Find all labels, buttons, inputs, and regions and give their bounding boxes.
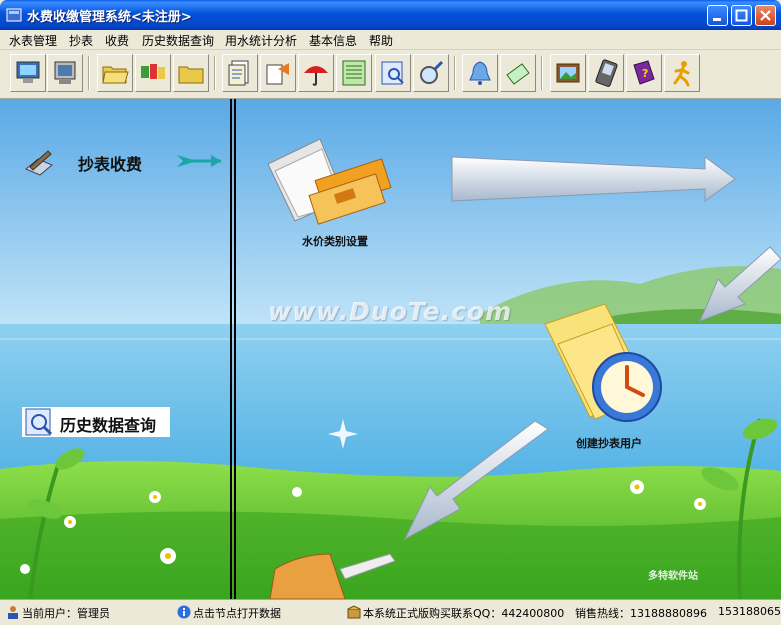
menu-bar: 水表管理 抄表 收费 历史数据查询 用水统计分析 基本信息 帮助	[0, 30, 781, 50]
node-price-category-label[interactable]: 水价类别设置	[302, 233, 368, 249]
help-book-icon: ?	[633, 60, 655, 85]
maximize-button[interactable]	[731, 5, 752, 26]
menu-basic-info[interactable]: 基本信息	[309, 32, 357, 49]
title-bar: 水费收缴管理系统<未注册>	[0, 0, 781, 30]
toolbar-export-button[interactable]	[260, 54, 296, 92]
status-hint: 点击节点打开数据	[193, 607, 281, 620]
monitor-icon	[54, 61, 76, 84]
toolbar-monitor-button[interactable]	[47, 54, 83, 92]
toolbar-umbrella-button[interactable]	[298, 54, 334, 92]
toolbar-help-button[interactable]: ?	[626, 54, 662, 92]
toolbar-separator	[214, 56, 216, 90]
picture-icon	[556, 63, 580, 83]
menu-meter-reading[interactable]: 抄表	[69, 32, 93, 49]
toolbar-picture-button[interactable]	[550, 54, 586, 92]
exit-runner-icon	[673, 61, 690, 87]
nav-meter-reading-label: 抄表收费	[78, 155, 143, 174]
svg-text:?: ?	[642, 67, 648, 80]
documents-icon	[228, 60, 249, 86]
close-icon	[760, 10, 771, 21]
report-search-icon	[25, 408, 53, 436]
computer-icon	[16, 61, 40, 83]
arrow-right-icon	[177, 155, 221, 167]
toolbar-money-button[interactable]	[500, 54, 536, 92]
menu-usage-statistics[interactable]: 用水统计分析	[225, 32, 297, 49]
toolbar-open-button[interactable]	[97, 54, 133, 92]
toolbar-documents-button[interactable]	[222, 54, 258, 92]
nav-history-query-label: 历史数据查询	[60, 416, 157, 435]
nav-history-query[interactable]: 历史数据查询	[22, 407, 170, 437]
status-phone: 15318806568	[718, 605, 781, 618]
status-purchase-contact: 本系统正式版购买联系QQ：442400800	[363, 607, 565, 620]
watermark-corner: 多特软件站	[648, 571, 698, 582]
toolbar-network-button[interactable]	[135, 54, 171, 92]
app-icon	[6, 8, 22, 22]
toolbar-folder-button[interactable]	[173, 54, 209, 92]
toolbar-ledger-button[interactable]	[336, 54, 372, 92]
window-title: 水费收缴管理系统<未注册>	[27, 10, 192, 25]
maximize-icon	[735, 9, 748, 22]
user-icon	[8, 606, 18, 619]
toolbar-report-search-button[interactable]	[375, 54, 411, 92]
folder-icon	[178, 66, 204, 84]
toolbar-separator	[541, 56, 543, 90]
money-icon	[506, 63, 530, 85]
info-icon	[177, 605, 191, 619]
folder-open-icon	[102, 66, 129, 84]
status-sales-hotline: 销售热线：13188880896	[575, 607, 707, 620]
pen-paper-icon	[25, 150, 53, 176]
toolbar: ?	[0, 50, 781, 99]
menu-help[interactable]: 帮助	[369, 32, 393, 49]
magnifier-icon	[420, 60, 444, 84]
toolbar-separator	[454, 56, 456, 90]
main-canvas: 抄表收费 历史数据查询 水价类别设置 创建抄表用户 www.DuoTe.com …	[0, 99, 781, 599]
menu-meter-management[interactable]: 水表管理	[9, 32, 57, 49]
toolbar-computer-button[interactable]	[10, 54, 46, 92]
umbrella-icon	[304, 66, 328, 86]
minimize-icon	[713, 18, 721, 21]
toolbar-exit-button[interactable]	[664, 54, 700, 92]
status-current-user: 当前用户：管理员	[22, 607, 110, 620]
menu-charge[interactable]: 收费	[105, 32, 129, 49]
toolbar-bell-button[interactable]	[462, 54, 498, 92]
network-icon	[141, 64, 165, 79]
package-icon	[347, 605, 361, 619]
export-icon	[266, 63, 289, 85]
bell-icon	[469, 61, 491, 85]
toolbar-pda-button[interactable]	[588, 54, 624, 92]
toolbar-magnifier-button[interactable]	[413, 54, 449, 92]
close-button[interactable]	[755, 5, 776, 26]
ledger-icon	[342, 60, 366, 86]
status-bar: 当前用户：管理员 点击节点打开数据 本系统正式版购买联系QQ：442400800…	[0, 599, 781, 625]
pda-icon	[595, 59, 618, 87]
node-create-user-label[interactable]: 创建抄表用户	[576, 435, 642, 451]
watermark-text: www.DuoTe.com	[268, 297, 513, 326]
report-search-icon	[381, 61, 404, 85]
panel-splitter[interactable]	[230, 99, 236, 599]
minimize-button[interactable]	[707, 5, 728, 26]
menu-history-query[interactable]: 历史数据查询	[142, 32, 214, 49]
toolbar-separator	[88, 56, 90, 90]
